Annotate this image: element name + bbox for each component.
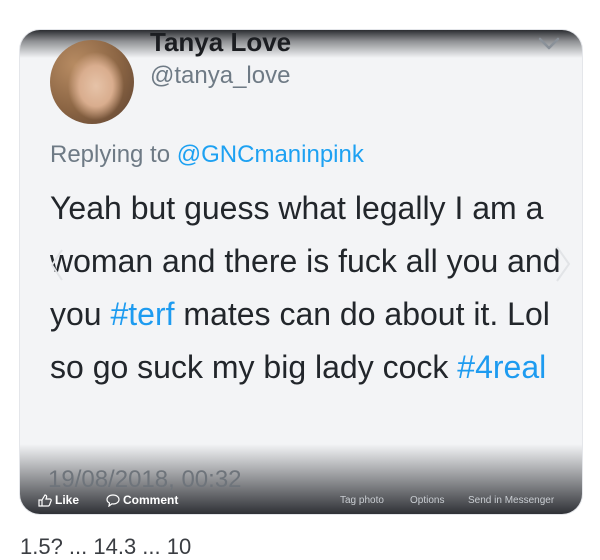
tag-photo-link[interactable]: Tag photo <box>340 495 384 506</box>
options-link[interactable]: Options <box>410 495 444 506</box>
comment-label: Comment <box>123 493 179 507</box>
mention-link[interactable]: @GNCmaninpink <box>177 141 364 168</box>
comment-button[interactable]: Comment <box>106 493 178 507</box>
facebook-photo-bar: Like Comment Tag photo Options Send in M… <box>20 488 582 514</box>
tweet-text: Yeah but guess what legally I am a woman… <box>50 182 565 394</box>
thumbs-up-icon <box>38 493 52 507</box>
replying-prefix: Replying to <box>50 141 177 168</box>
avatar[interactable] <box>50 40 134 124</box>
arrow-right-icon[interactable] <box>555 245 571 283</box>
arrow-left-icon[interactable] <box>50 248 64 282</box>
hashtag-terf[interactable]: #terf <box>110 296 174 332</box>
send-in-messenger-link[interactable]: Send in Messenger <box>468 495 554 506</box>
cutoff-stats-row: 1.5? ... 14.3 ... 10 <box>20 534 192 559</box>
user-handle[interactable]: @tanya_love <box>150 62 290 90</box>
like-button[interactable]: Like <box>38 493 79 507</box>
display-name[interactable]: Tanya Love <box>150 30 291 58</box>
comment-icon <box>106 493 120 507</box>
hashtag-4real[interactable]: #4real <box>457 349 546 385</box>
replying-to-line: Replying to @GNCmaninpink <box>50 141 364 169</box>
like-label: Like <box>55 493 80 507</box>
chevron-down-icon[interactable] <box>538 36 560 52</box>
tweet-card: Tanya Love @tanya_love Replying to @GNCm… <box>20 30 582 514</box>
